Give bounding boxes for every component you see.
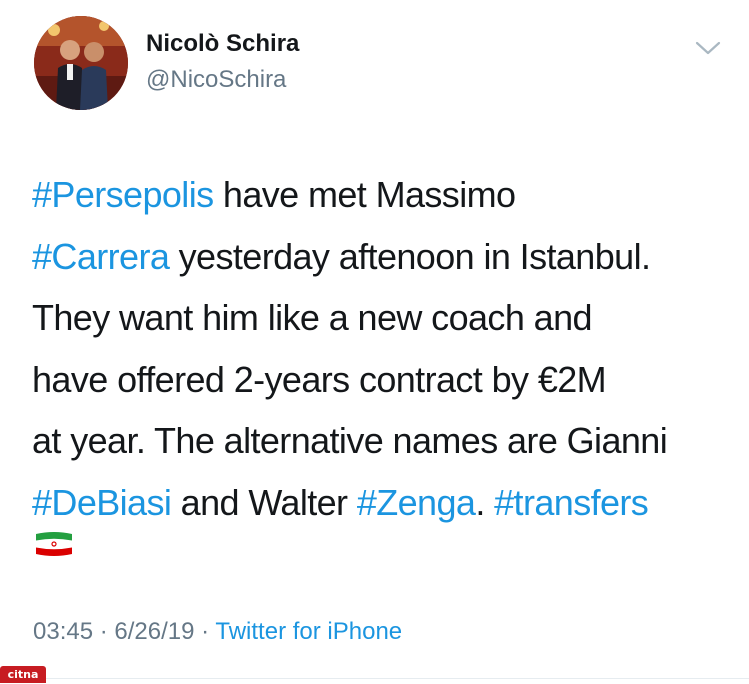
hashtag-link[interactable]: #Persepolis: [32, 174, 214, 215]
tweet-time[interactable]: 03:45: [33, 618, 93, 645]
avatar-photo: [34, 16, 128, 110]
tweet-text-segment: .: [475, 481, 495, 523]
meta-separator: ·: [99, 618, 108, 645]
tweet-text-segment: have met Massimo: [213, 174, 516, 215]
tweet-text: #Persepolis have met Massimo #Carrera yes…: [32, 164, 732, 533]
tweet-text-segment: They want him like a new coach and: [32, 297, 593, 338]
tweet-card[interactable]: Nicolò Schira @NicoSchira #Persepolis ha…: [0, 0, 749, 684]
tweet-text-line: at year. The alternative names are Giann…: [32, 410, 732, 472]
author-display-name[interactable]: Nicolò Schira: [146, 30, 299, 58]
tweet-text-line: have offered 2-years contract by €2M: [32, 349, 732, 411]
author-handle[interactable]: @NicoSchira: [146, 66, 286, 94]
hashtag-link[interactable]: #DeBiasi: [32, 482, 172, 523]
tweet-text-line: #Carrera yesterday aftenoon in Istanbul.: [32, 226, 732, 288]
tweet-text-segment: and Walter: [171, 481, 357, 523]
tweet-text-line: #Persepolis have met Massimo: [32, 164, 732, 226]
tweet-meta: 03:45 · 6/26/19 · Twitter for iPhone: [33, 618, 402, 646]
chevron-down-icon[interactable]: [694, 38, 722, 58]
tweet-text-segment: at year. The alternative names are Giann…: [32, 420, 668, 461]
tweet-text-segment: have offered 2-years contract by €2M: [32, 358, 607, 400]
hashtag-link[interactable]: #Carrera: [32, 236, 170, 277]
tweet-date[interactable]: 6/26/19: [114, 618, 194, 645]
meta-separator: ·: [201, 618, 210, 645]
tweet-source-link[interactable]: Twitter for iPhone: [215, 618, 402, 645]
watermark-logo: citna: [0, 666, 46, 683]
hashtag-link[interactable]: #Zenga: [357, 482, 476, 523]
tweet-text-line: #DeBiasi and Walter #Zenga. #transfers: [32, 472, 732, 534]
divider: [0, 678, 749, 679]
tweet-text-segment: yesterday aftenoon in Istanbul.: [169, 235, 651, 277]
tweet-text-line: They want him like a new coach and: [32, 287, 732, 349]
author-avatar[interactable]: [34, 16, 128, 110]
iran-flag-icon: [34, 530, 74, 558]
hashtag-link[interactable]: #transfers: [494, 482, 649, 523]
